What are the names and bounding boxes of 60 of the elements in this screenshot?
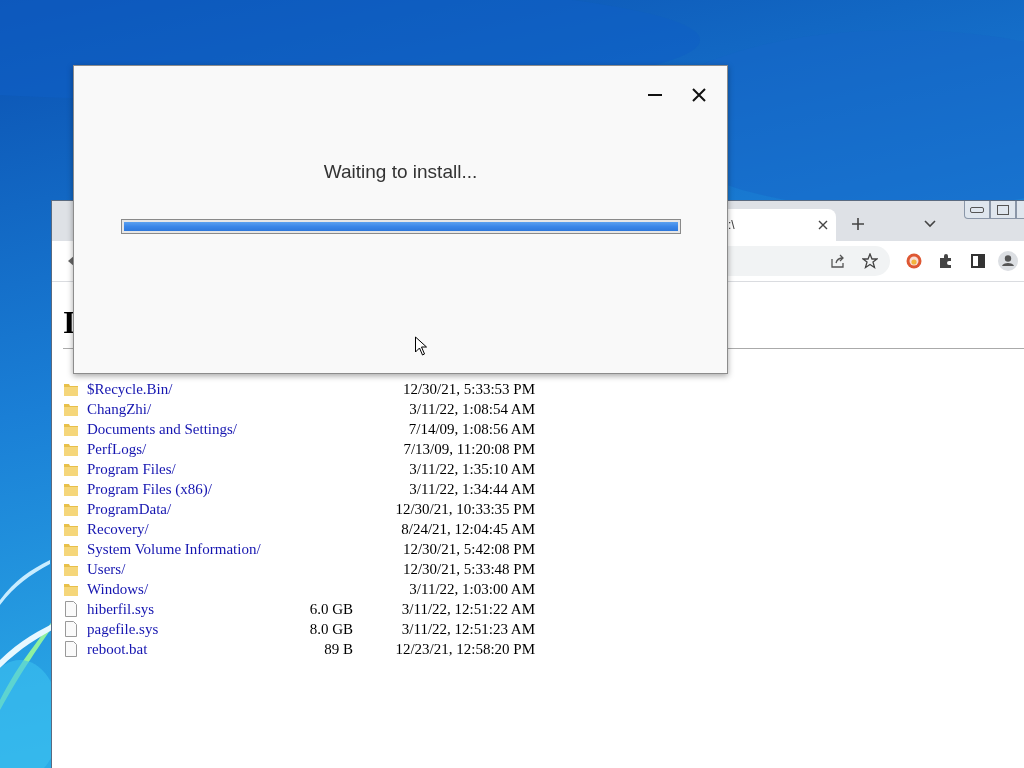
sidebar-icon[interactable] [970, 253, 986, 269]
modified-date: 12/23/21, 12:58:20 PM [395, 641, 535, 657]
modified-date: 3/11/22, 1:35:10 AM [409, 461, 535, 477]
modified-date: 7/14/09, 1:08:56 AM [408, 421, 535, 437]
folder-icon [63, 501, 79, 517]
file-link[interactable]: hiberfil.sys [87, 599, 155, 619]
puzzle-icon[interactable] [938, 253, 954, 269]
folder-icon [63, 581, 79, 597]
file-link[interactable]: Program Files (x86)/ [87, 479, 212, 499]
file-link[interactable]: reboot.bat [87, 639, 148, 659]
star-icon[interactable] [862, 253, 878, 269]
modified-date: 12/30/21, 5:33:48 PM [402, 561, 535, 577]
folder-icon [63, 481, 79, 497]
tab-title: :\ [728, 218, 735, 232]
folder-icon [63, 521, 79, 537]
file-link[interactable]: PerfLogs/ [87, 439, 147, 459]
folder-icon [63, 441, 79, 457]
plus-icon[interactable] [852, 218, 864, 230]
maximize-button[interactable] [990, 201, 1016, 219]
modified-date: 3/11/22, 12:51:23 AM [401, 621, 535, 637]
file-size: 6.0 GB [309, 601, 353, 617]
modified-date: 3/11/22, 1:03:00 AM [409, 581, 535, 597]
modified-date: 7/13/09, 11:20:08 PM [403, 441, 535, 457]
folder-icon [63, 561, 79, 577]
modified-date: 3/11/22, 1:34:44 AM [409, 481, 535, 497]
profile-icon[interactable] [998, 251, 1018, 271]
file-link[interactable]: ChangZhi/ [87, 399, 152, 419]
file-link[interactable]: $Recycle.Bin/ [87, 379, 173, 399]
close-icon[interactable] [692, 88, 706, 102]
file-link[interactable]: Windows/ [87, 579, 149, 599]
folder-icon [63, 421, 79, 437]
file-link[interactable]: System Volume Information/ [87, 539, 261, 559]
file-icon [63, 601, 79, 617]
file-icon [63, 641, 79, 657]
modified-date: 3/11/22, 1:08:54 AM [409, 401, 535, 417]
file-link[interactable]: pagefile.sys [87, 619, 159, 639]
modified-date: 12/30/21, 5:33:53 PM [402, 381, 535, 397]
folder-icon [63, 541, 79, 557]
file-link[interactable]: Program Files/ [87, 459, 176, 479]
folder-icon [63, 461, 79, 477]
file-link[interactable]: Users/ [87, 559, 126, 579]
file-link[interactable]: Recovery/ [87, 519, 149, 539]
modified-date: 3/11/22, 12:51:22 AM [401, 601, 535, 617]
folder-icon [63, 401, 79, 417]
cursor-icon [414, 336, 427, 356]
modified-date: 12/30/21, 10:33:35 PM [395, 501, 535, 517]
modified-date: 12/30/21, 5:42:08 PM [402, 541, 535, 557]
file-link[interactable]: Documents and Settings/ [87, 419, 237, 439]
file-size: 8.0 GB [309, 621, 353, 637]
close-icon[interactable] [818, 220, 828, 230]
file-link[interactable]: ProgramData/ [87, 499, 172, 519]
minimize-button[interactable] [964, 201, 990, 219]
page-heading: I [63, 303, 76, 342]
status-text: Waiting to install... [322, 161, 479, 183]
file-icon [63, 621, 79, 637]
chevron-down-icon[interactable] [924, 220, 936, 228]
file-size: 89 B [324, 641, 353, 657]
modified-date: 8/24/21, 12:04:45 AM [401, 521, 535, 537]
folder-icon [63, 381, 79, 397]
share-icon[interactable] [830, 253, 846, 269]
